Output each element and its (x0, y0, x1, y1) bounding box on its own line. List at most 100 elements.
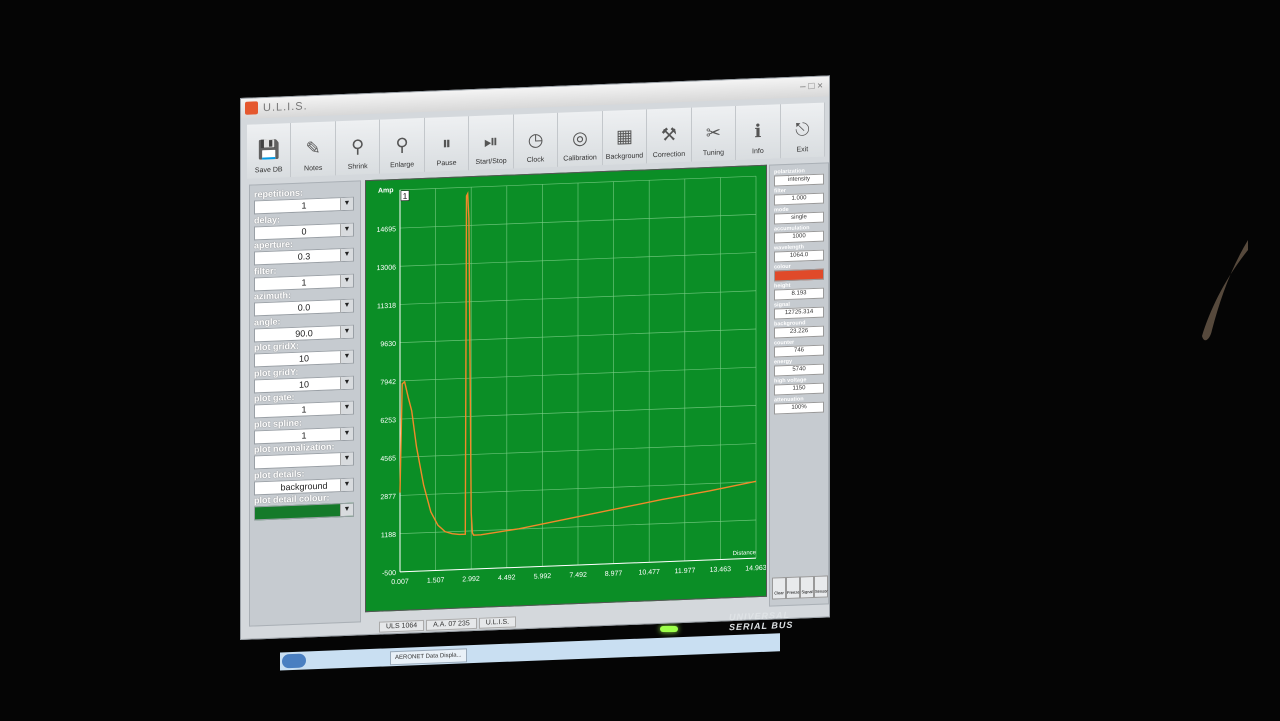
pause-icon: ⏸ (442, 132, 452, 153)
parameter-filter: filter 1.000 (774, 187, 824, 206)
chevron-down-icon[interactable]: ▼ (340, 274, 353, 287)
setting-azimuth: azimuth: 0.0 ▼ (254, 288, 354, 317)
document-tab[interactable]: U.L.I.S. (478, 616, 517, 629)
parameter-value: 5740 (774, 363, 824, 377)
button-freeze[interactable]: Freeze (786, 576, 800, 600)
toolbar-button-label: Enlarge (390, 161, 415, 170)
document-tab[interactable]: A.A. 07 235 (426, 617, 477, 631)
brand-label: UNIVERSAL SERIAL BUS (729, 609, 794, 633)
parameter-value[interactable]: 100% (774, 401, 824, 415)
toolbar-button-pause[interactable]: ⏸ Pause (424, 116, 470, 172)
y-tick-label: 9630 (380, 341, 396, 349)
x-tick-label: 4.492 (498, 574, 516, 582)
toolbar-button-notes[interactable]: ✎ Notes (291, 121, 336, 178)
setting-delay: delay: 0 ▼ (254, 211, 354, 240)
toolbar-button-background[interactable]: ▦ Background (602, 109, 648, 166)
x-tick-label: 7.492 (569, 572, 587, 580)
parameter-value[interactable]: 1000 (774, 230, 824, 244)
parameter-value[interactable]: 1.000 (774, 192, 824, 206)
toolbar-button-start-stop[interactable]: ⏯ Start/Stop (469, 114, 514, 171)
chevron-down-icon[interactable]: ▼ (340, 248, 353, 262)
setting-value: 1 (301, 429, 307, 441)
document-tabs: ULS 1064 A.A. 07 235 U.L.I.S. (379, 610, 679, 638)
parameter-value: 8.193 (774, 287, 824, 301)
setting-plot-gridx: plot gridX: 10 ▼ (254, 339, 354, 368)
y-tick-label: 4565 (380, 455, 396, 463)
app-icon (245, 101, 258, 115)
signal-plot[interactable]: 14695 13006 11318 9630 7942 6253 4565 2877 1188 -… (365, 164, 767, 613)
toolbar-button-shrink[interactable]: ⚲ Shrink (335, 119, 381, 176)
taskbar: AERONET Data Displa... (280, 633, 780, 671)
chevron-down-icon[interactable]: ▼ (340, 325, 353, 338)
parameter-accumulation: accumulation 1000 (774, 225, 824, 244)
button-clear[interactable]: Clear (772, 577, 786, 600)
y-tick-label: 2877 (380, 494, 396, 502)
chevron-down-icon[interactable]: ▼ (340, 223, 353, 236)
toolbar-button-label: Notes (304, 164, 323, 173)
parameter-attenuation: attenuation 100% (774, 396, 824, 415)
exit-icon: ⎋ (795, 118, 810, 140)
toolbar-button-correction[interactable]: ⚒ Correction (647, 107, 692, 164)
toolbar-button-label: Pause (436, 159, 457, 168)
parameter-polarization: polarization intensity (774, 168, 824, 187)
setting-plot-details: plot details: background ▼ (254, 466, 354, 495)
plot-svg: 14695 13006 11318 9630 7942 6253 4565 2877 1188 -… (377, 175, 766, 586)
start-button[interactable] (282, 653, 306, 669)
colour-swatch[interactable] (774, 268, 824, 282)
chevron-down-icon[interactable]: ▼ (340, 299, 353, 313)
button-sensor[interactable]: Sensor (814, 575, 828, 598)
chevron-down-icon[interactable]: ▼ (340, 503, 353, 517)
parameter-background: background 23.226 (774, 320, 824, 339)
toolbar-button-tuning[interactable]: ✂ Tuning (691, 105, 737, 162)
setting-filter: filter: 1 ▼ (254, 262, 354, 291)
toolbar-button-label: Save DB (254, 166, 283, 175)
tuning-icon: ✂ (705, 122, 721, 143)
parameter-value[interactable]: single (774, 211, 824, 225)
info-icon: ℹ (754, 120, 762, 141)
toolbar-button-label: Exit (796, 146, 809, 154)
calibration-icon: ◎ (572, 127, 588, 148)
monitor-screen: U.L.I.S. – □ × 💾 Save DB ✎ Notes ⚲ Shrink ⚲ Enl… (240, 75, 830, 678)
setting-value: 0.3 (297, 251, 311, 262)
chevron-down-icon[interactable]: ▼ (340, 197, 353, 211)
setting-value: background (280, 480, 328, 492)
chevron-down-icon[interactable]: ▼ (340, 427, 353, 440)
parameter-high-voltage: high voltage 1150 (774, 377, 824, 396)
parameter-height: height 8.193 (774, 282, 824, 301)
window-controls[interactable]: – □ × (800, 77, 823, 98)
start-stop-icon: ⏯ (483, 130, 499, 152)
setting-plot-gate: plot gate: 1 ▼ (254, 390, 354, 419)
taskbar-item-aeronet[interactable]: AERONET Data Displa... (390, 648, 467, 666)
setting-value: 0 (301, 225, 307, 237)
x-tick-label: 5.992 (534, 573, 552, 581)
clock-icon: ◷ (527, 128, 544, 150)
button-signal[interactable]: Signal (800, 575, 814, 599)
parameter-value[interactable]: intensity (774, 173, 824, 187)
toolbar-button-enlarge[interactable]: ⚲ Enlarge (380, 117, 425, 174)
parameter-counter: counter 746 (774, 339, 824, 358)
chevron-down-icon[interactable]: ▼ (340, 401, 353, 415)
toolbar-button-calibration[interactable]: ◎ Calibration (558, 111, 603, 167)
correction-icon: ⚒ (660, 123, 678, 145)
document-tab[interactable]: ULS 1064 (379, 619, 425, 633)
setting-input[interactable]: ▼ (254, 502, 354, 521)
chevron-down-icon[interactable]: ▼ (340, 478, 353, 491)
chevron-down-icon[interactable]: ▼ (340, 350, 353, 364)
setting-value: 1 (301, 404, 307, 415)
chevron-down-icon[interactable]: ▼ (340, 452, 353, 466)
toolbar-button-clock[interactable]: ◷ Clock (513, 112, 559, 169)
toolbar-button-label: Background (605, 152, 644, 161)
toolbar-button-label: Shrink (347, 163, 368, 171)
chevron-down-icon[interactable]: ▼ (340, 376, 353, 389)
background-icon: ▦ (615, 125, 633, 147)
parameter-value[interactable]: 1064.0 (774, 249, 824, 263)
parameter-colour: colour (774, 263, 824, 282)
setting-plot-gridy: plot gridY: 10 ▼ (254, 364, 354, 393)
toolbar-button-exit[interactable]: ⎋ Exit (780, 102, 826, 159)
parameter-value[interactable]: 1150 (774, 382, 824, 396)
x-tick-label: 10.477 (639, 569, 661, 577)
toolbar-button-save-db[interactable]: 💾 Save DB (247, 123, 292, 179)
toolbar-button-label: Tuning (702, 149, 724, 158)
toolbar-button-label: Clock (526, 156, 545, 164)
toolbar-button-info[interactable]: ℹ Info (736, 104, 781, 160)
